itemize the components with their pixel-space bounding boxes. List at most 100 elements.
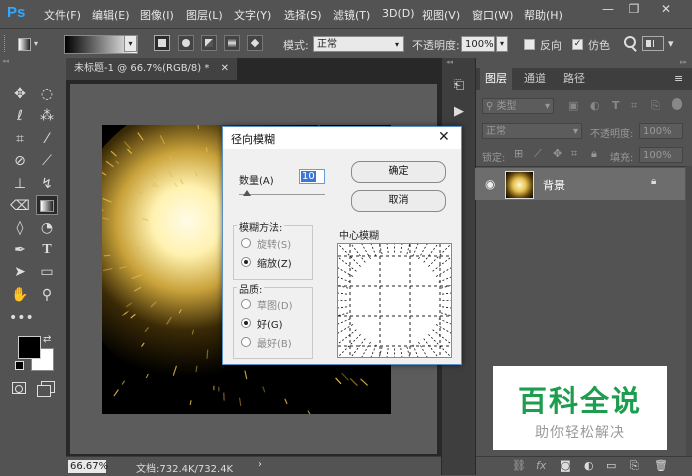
screen-mode-icon[interactable] <box>37 381 55 395</box>
tab-paths[interactable]: 路径 <box>556 68 592 90</box>
move-tool-icon[interactable]: ✥ <box>9 84 31 104</box>
layer-style-icon[interactable]: fx <box>536 459 546 472</box>
history-panel-icon[interactable]: ⎗ <box>449 78 469 98</box>
layer-mask-icon[interactable]: ◙ <box>560 459 571 472</box>
dodge-tool-icon[interactable]: ◔ <box>36 218 58 238</box>
menu-window[interactable]: 窗口(W) <box>472 7 513 23</box>
crop-tool-icon[interactable]: ⌗ <box>9 129 31 149</box>
amount-slider-handle[interactable] <box>243 190 251 196</box>
panel-menu-icon[interactable]: ≡ <box>674 72 683 85</box>
filter-adjustment-icon[interactable]: ◐ <box>590 99 600 112</box>
draft-label[interactable]: 草图(D) <box>257 297 293 312</box>
menu-type[interactable]: 文字(Y) <box>234 7 271 23</box>
path-selection-tool-icon[interactable]: ➤ <box>9 262 31 282</box>
minimize-icon[interactable]: — <box>596 0 620 18</box>
clone-stamp-tool-icon[interactable]: ⊥ <box>9 174 31 194</box>
opacity-input[interactable]: 100% <box>461 36 495 52</box>
filter-pixel-icon[interactable]: ▣ <box>568 99 578 112</box>
amount-input[interactable]: 10 <box>299 169 325 184</box>
visibility-eye-icon[interactable]: ◉ <box>485 177 495 191</box>
menu-select[interactable]: 选择(S) <box>284 7 322 23</box>
gradient-tool-icon[interactable] <box>36 195 58 215</box>
radial-gradient-button[interactable] <box>178 35 194 51</box>
good-label[interactable]: 好(G) <box>257 316 283 331</box>
linear-gradient-button[interactable] <box>154 35 170 51</box>
strip-collapse-icon[interactable]: ◂◂ <box>446 58 453 66</box>
opacity-dropdown-arrow[interactable]: ▾ <box>496 36 508 52</box>
dialog-titlebar[interactable]: 径向模糊 ✕ <box>223 127 461 149</box>
ok-button[interactable]: 确定 <box>351 161 446 183</box>
cancel-button[interactable]: 取消 <box>351 190 446 212</box>
close-tab-icon[interactable]: ✕ <box>221 58 229 80</box>
hand-tool-icon[interactable]: ✋ <box>9 285 31 305</box>
panel-collapse-right-icon[interactable]: ▸▸ <box>476 58 692 68</box>
menu-file[interactable]: 文件(F) <box>44 7 81 23</box>
status-menu-arrow-icon[interactable]: › <box>258 459 262 470</box>
spin-label[interactable]: 旋转(S) <box>257 236 291 251</box>
healing-brush-tool-icon[interactable]: ⊘ <box>9 151 31 171</box>
layer-opacity-input[interactable]: 100% <box>639 123 683 139</box>
menu-edit[interactable]: 编辑(E) <box>92 7 130 23</box>
adjustment-layer-icon[interactable]: ◐ <box>584 459 594 472</box>
restore-icon[interactable]: ❐ <box>622 0 646 18</box>
spin-radio[interactable] <box>241 238 251 248</box>
angle-gradient-button[interactable] <box>201 35 217 51</box>
edit-toolbar-icon[interactable]: ••• <box>9 308 31 328</box>
workspace-switcher-icon[interactable] <box>642 36 664 51</box>
layer-filter-select[interactable]: ⚲ 类型 ▾ <box>482 98 554 114</box>
zoom-level-field[interactable]: 66.67% <box>68 460 106 473</box>
draft-radio[interactable] <box>241 299 251 309</box>
history-brush-tool-icon[interactable]: ↯ <box>36 174 58 194</box>
amount-slider-track[interactable] <box>239 194 325 195</box>
panel-menu-chevron-icon[interactable]: ▾ <box>668 37 674 50</box>
new-group-icon[interactable]: ▭ <box>606 459 616 472</box>
lock-image-icon[interactable]: ⟋ <box>534 147 542 161</box>
menu-help[interactable]: 帮助(H) <box>524 7 563 23</box>
menu-3d[interactable]: 3D(D) <box>382 7 415 20</box>
elliptical-marquee-tool-icon[interactable]: ◌ <box>36 84 58 104</box>
diamond-gradient-button[interactable] <box>247 35 263 51</box>
reflected-gradient-button[interactable] <box>224 35 240 51</box>
foreground-color-swatch[interactable] <box>18 336 41 359</box>
document-tab[interactable]: 未标题-1 @ 66.7%(RGB/8) * ✕ <box>66 58 238 80</box>
actions-play-icon[interactable]: ▶ <box>449 104 469 124</box>
lock-artboard-icon[interactable]: ⌗ <box>571 147 577 161</box>
eyedropper-tool-icon[interactable]: ⁄ <box>36 129 58 149</box>
dither-checkbox[interactable]: ✓ <box>572 39 583 50</box>
swap-colors-icon[interactable]: ⇄ <box>43 334 51 345</box>
tab-channels[interactable]: 通道 <box>516 68 554 90</box>
menu-view[interactable]: 视图(V) <box>422 7 460 23</box>
quick-mask-icon[interactable] <box>12 382 26 394</box>
rectangle-tool-icon[interactable]: ▭ <box>36 262 58 282</box>
magic-wand-tool-icon[interactable]: ⁂ <box>36 106 58 126</box>
reverse-checkbox[interactable] <box>524 39 535 50</box>
delete-layer-icon[interactable]: 🗑︎ <box>654 459 668 472</box>
close-icon[interactable]: ✕ <box>654 0 678 18</box>
gradient-tool-preset-icon[interactable]: ▾ <box>16 36 42 51</box>
lock-transparent-icon[interactable]: ⊞ <box>514 147 523 160</box>
filter-shape-icon[interactable]: ⌗ <box>631 99 637 113</box>
dialog-close-icon[interactable]: ✕ <box>438 129 450 145</box>
layers-scrollbar[interactable] <box>686 166 692 456</box>
layer-row[interactable]: ◉ 背景 🔒︎ <box>475 168 685 200</box>
gradient-dropdown-arrow[interactable]: ▾ <box>124 35 137 52</box>
pen-tool-icon[interactable]: ✒ <box>9 240 31 260</box>
filter-toggle-icon[interactable] <box>672 98 682 110</box>
lasso-tool-icon[interactable]: ℓ <box>9 106 31 126</box>
menu-filter[interactable]: 滤镜(T) <box>333 7 370 23</box>
lock-all-icon[interactable]: 🔒︎ <box>591 147 597 161</box>
filter-type-icon[interactable]: T <box>612 99 620 112</box>
lock-position-icon[interactable]: ✥ <box>553 147 562 160</box>
tab-layers[interactable]: 图层 <box>480 68 512 90</box>
best-radio[interactable] <box>241 337 251 347</box>
search-icon[interactable] <box>624 36 638 50</box>
panel-collapse-icon[interactable]: ◂◂ <box>2 58 64 64</box>
link-layers-icon[interactable]: ⛓ <box>512 459 526 472</box>
blend-mode-select[interactable]: 正常 ▾ <box>482 123 582 139</box>
menu-layer[interactable]: 图层(L) <box>186 7 223 23</box>
eraser-tool-icon[interactable]: ⌫ <box>9 196 31 216</box>
filter-smart-object-icon[interactable]: ⎘ <box>651 99 660 113</box>
fill-input[interactable]: 100% <box>639 147 683 163</box>
zoom-tool-icon[interactable]: ⚲ <box>36 285 58 305</box>
default-colors-icon[interactable] <box>15 361 24 370</box>
